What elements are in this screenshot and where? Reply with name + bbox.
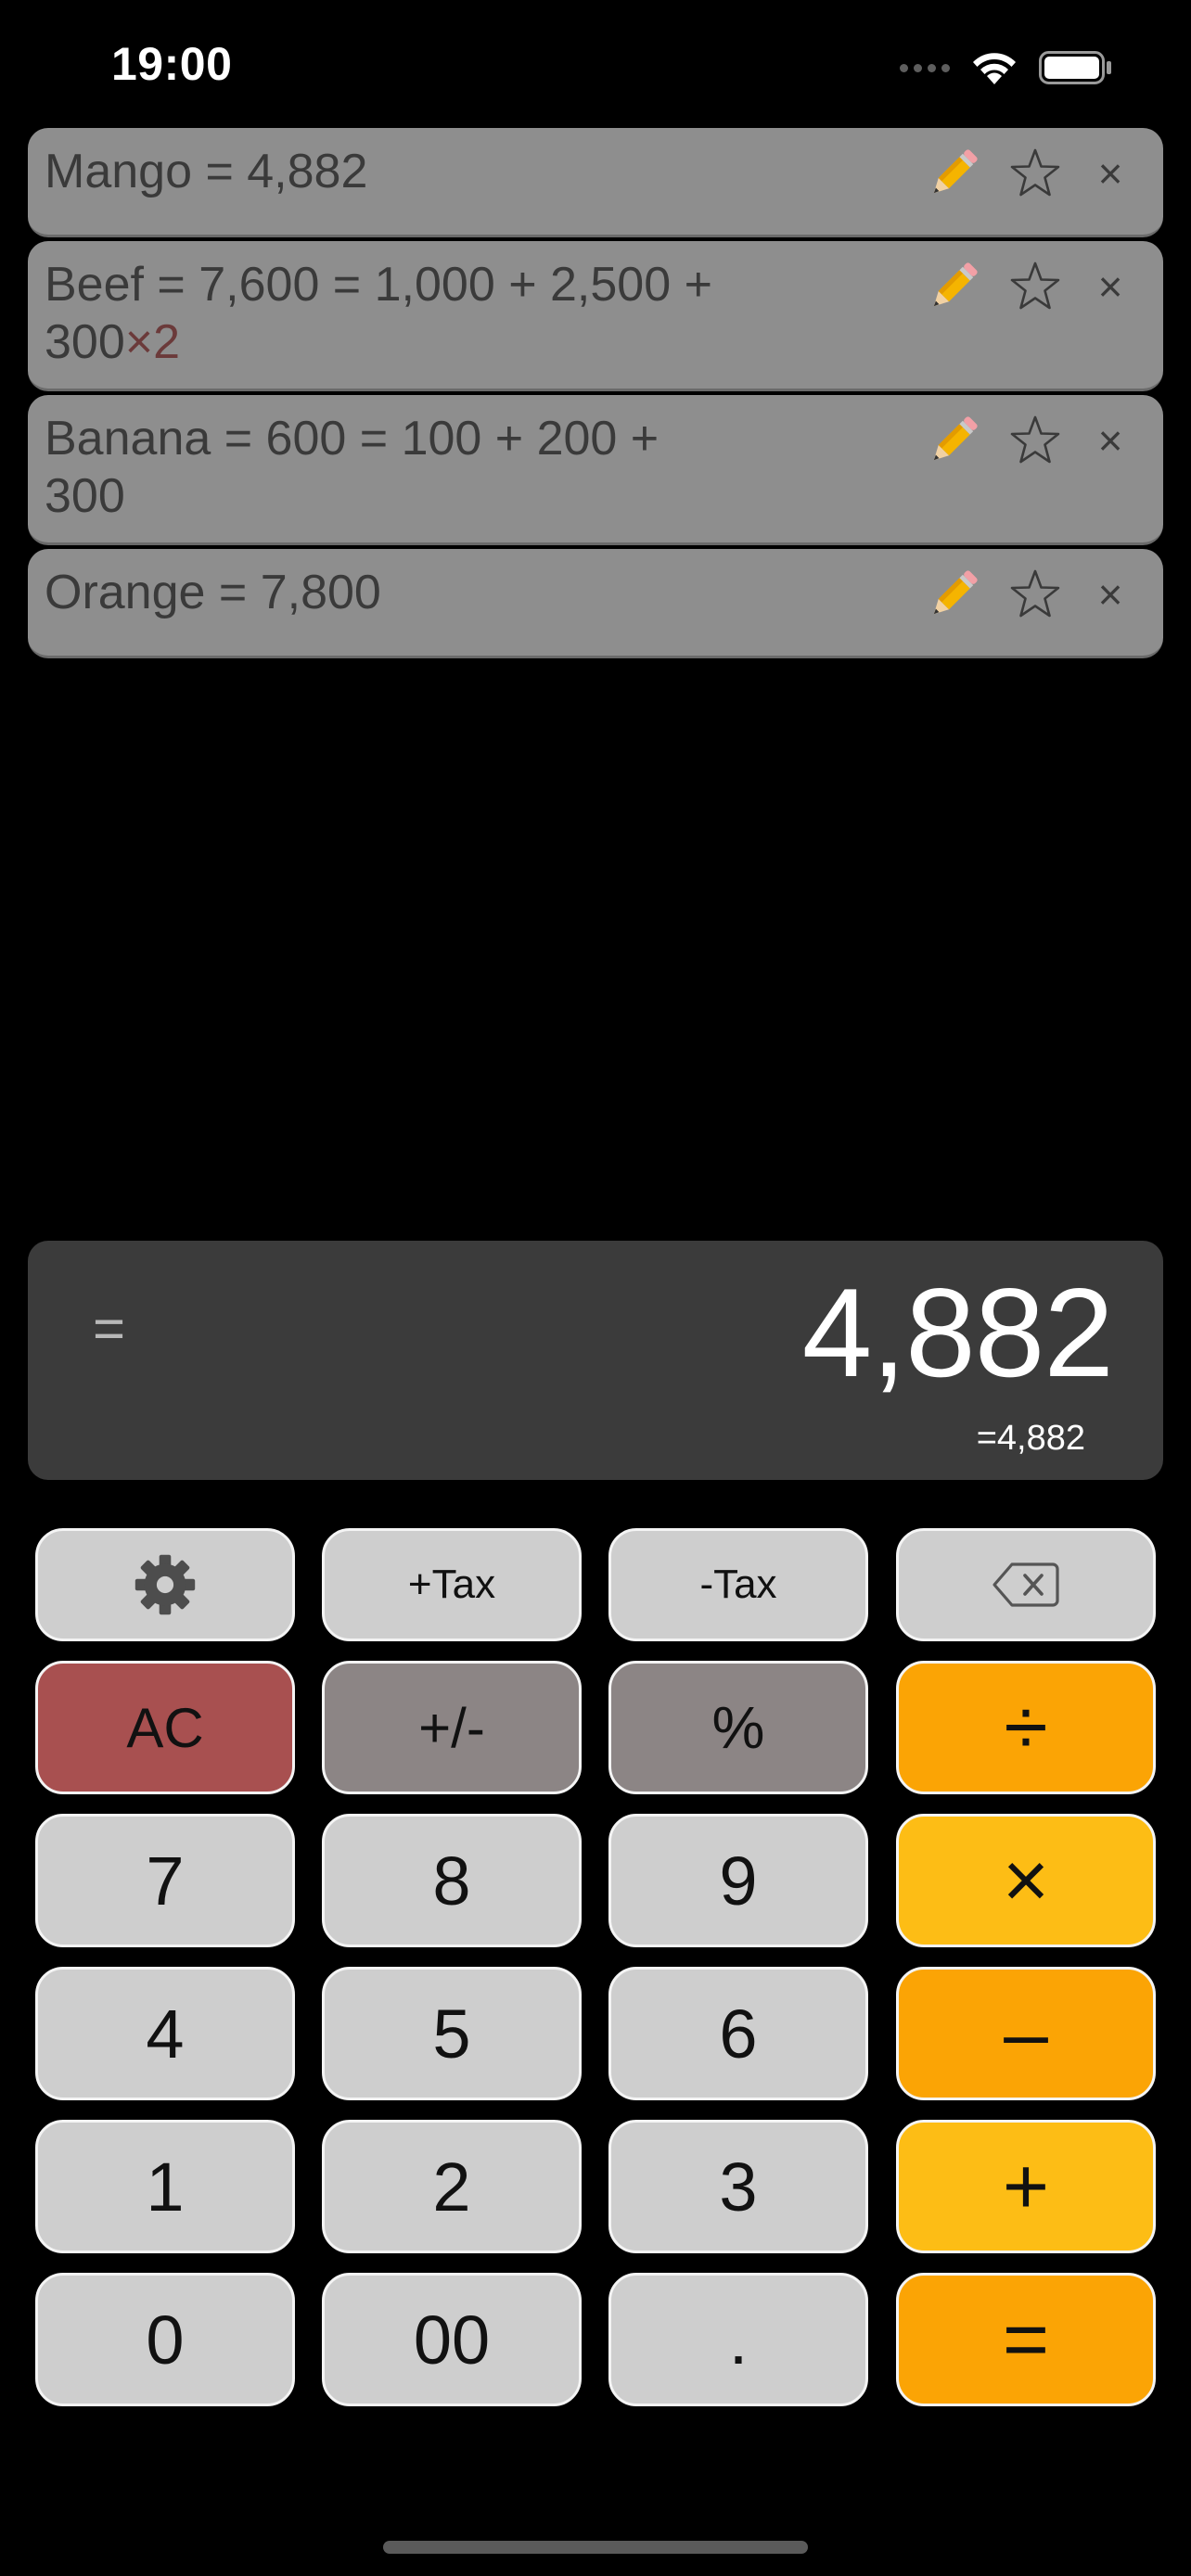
favorite-button[interactable] [1005, 141, 1065, 206]
settings-button[interactable] [35, 1528, 295, 1641]
delete-button[interactable]: × [1085, 562, 1135, 627]
history-multiplier: ×2 [124, 315, 181, 369]
percent-button[interactable]: % [608, 1661, 868, 1794]
history-entry-line: Banana = 600 = 100 + 200 + [45, 412, 660, 465]
backspace-button[interactable] [896, 1528, 1156, 1641]
sign-toggle-button[interactable]: +/- [322, 1661, 582, 1794]
close-icon: × [1097, 570, 1123, 618]
calculator-display: = 4,882 =4,882 [28, 1241, 1163, 1480]
close-icon: × [1097, 416, 1123, 465]
divide-button[interactable]: ÷ [896, 1661, 1156, 1794]
wifi-icon [973, 53, 1016, 84]
digit-1-button[interactable]: 1 [35, 2120, 295, 2253]
history-item[interactable]: Banana = 600 = 100 + 200 + 300 × [28, 395, 1163, 545]
digit-4-button[interactable]: 4 [35, 1967, 295, 2100]
history-entry-line: Mango = 4,882 [45, 145, 368, 198]
pencil-icon [933, 570, 978, 615]
history-entry-line: Orange = 7,800 [45, 566, 381, 619]
star-icon [1010, 569, 1060, 618]
history-item[interactable]: Orange = 7,800 × [28, 549, 1163, 658]
history-entry-text: Beef = 7,600 = 1,000 + 2,500 + 300×2 [45, 256, 805, 371]
edit-button[interactable] [922, 562, 985, 627]
favorite-button[interactable] [1005, 408, 1065, 473]
digit-0-button[interactable]: 0 [35, 2273, 295, 2406]
minus-tax-button[interactable]: -Tax [608, 1528, 868, 1641]
history-item-actions: × [922, 141, 1135, 206]
digit-2-button[interactable]: 2 [322, 2120, 582, 2253]
cellular-signal-icon [900, 63, 950, 72]
pencil-icon [933, 262, 978, 307]
star-icon [1010, 148, 1060, 197]
delete-button[interactable]: × [1085, 408, 1135, 473]
digit-6-button[interactable]: 6 [608, 1967, 868, 2100]
home-indicator [383, 2541, 808, 2554]
double-zero-button[interactable]: 00 [322, 2273, 582, 2406]
history-entry-text: Mango = 4,882 [45, 143, 805, 200]
display-value: 4,882 [801, 1262, 1114, 1403]
edit-button[interactable] [922, 254, 985, 319]
status-icons [900, 45, 1113, 91]
digit-8-button[interactable]: 8 [322, 1814, 582, 1947]
minus-button[interactable]: – [896, 1967, 1156, 2100]
display-subtotal: =4,882 [976, 1419, 1085, 1458]
pencil-icon [933, 149, 978, 194]
backspace-icon [992, 1562, 1059, 1607]
delete-button[interactable]: × [1085, 254, 1135, 319]
digit-9-button[interactable]: 9 [608, 1814, 868, 1947]
status-time: 19:00 [111, 38, 233, 90]
history-entry-line: Beef = 7,600 = 1,000 + 2,500 + [45, 258, 712, 312]
history-item[interactable]: Mango = 4,882 × [28, 128, 1163, 237]
all-clear-button[interactable]: AC [35, 1661, 295, 1794]
pencil-icon [933, 416, 978, 461]
star-icon [1010, 415, 1060, 464]
digit-5-button[interactable]: 5 [322, 1967, 582, 2100]
history-list: Mango = 4,882 × Beef = 7,600 = 1,000 + 2… [28, 128, 1163, 662]
history-item-actions: × [922, 562, 1135, 627]
close-icon: × [1097, 149, 1123, 198]
battery-icon [1039, 51, 1111, 84]
star-icon [1010, 261, 1060, 310]
favorite-button[interactable] [1005, 562, 1065, 627]
history-entry-text: Banana = 600 = 100 + 200 + 300 [45, 410, 805, 525]
history-item-actions: × [922, 408, 1135, 473]
display-operator: = [93, 1297, 126, 1359]
history-entry-line: 300 [45, 469, 125, 523]
history-entry-text: Orange = 7,800 [45, 564, 805, 621]
digit-3-button[interactable]: 3 [608, 2120, 868, 2253]
plus-tax-button[interactable]: +Tax [322, 1528, 582, 1641]
equals-button[interactable]: = [896, 2273, 1156, 2406]
edit-button[interactable] [922, 141, 985, 206]
history-entry-line: 300 [45, 315, 125, 369]
decimal-point-button[interactable]: . [608, 2273, 868, 2406]
digit-7-button[interactable]: 7 [35, 1814, 295, 1947]
delete-button[interactable]: × [1085, 141, 1135, 206]
history-item-actions: × [922, 254, 1135, 319]
status-bar: 19:00 [0, 0, 1191, 130]
favorite-button[interactable] [1005, 254, 1065, 319]
close-icon: × [1097, 262, 1123, 311]
gear-icon [134, 1554, 196, 1615]
history-item[interactable]: Beef = 7,600 = 1,000 + 2,500 + 300×2 × [28, 241, 1163, 391]
plus-button[interactable]: + [896, 2120, 1156, 2253]
edit-button[interactable] [922, 408, 985, 473]
multiply-button[interactable]: × [896, 1814, 1156, 1947]
